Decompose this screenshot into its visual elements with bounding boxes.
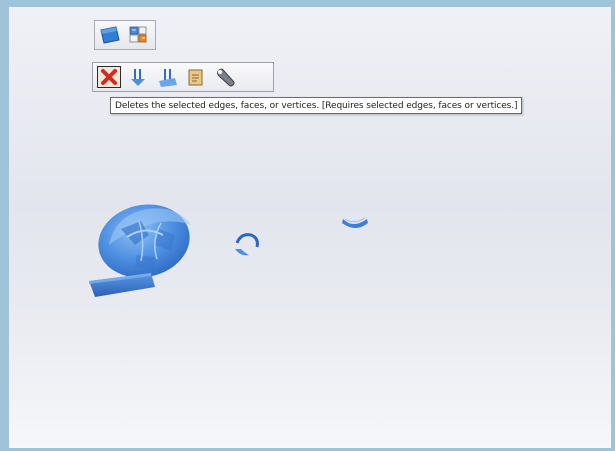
delete-tooltip: Deletes the selected edges, faces, or ve… (110, 97, 523, 114)
view-mini-toolbar (94, 20, 156, 50)
grid-layout-icon (129, 26, 147, 43)
curved-fragment-mesh[interactable] (342, 217, 368, 228)
slab-mesh[interactable] (89, 273, 155, 297)
settings-button[interactable] (213, 66, 237, 88)
disc-mesh[interactable] (92, 196, 197, 286)
layout-view-button[interactable] (127, 24, 151, 46)
plane-view-button[interactable] (98, 24, 122, 46)
arc-fragment-mesh[interactable] (235, 233, 259, 256)
wrench-icon (217, 68, 235, 87)
delete-button[interactable] (97, 66, 121, 88)
graphics-viewport[interactable]: Deletes the selected edges, faces, or ve… (9, 7, 611, 448)
plane-icon (100, 26, 120, 44)
edit-notes-button[interactable] (184, 66, 208, 88)
edit-notes-icon (188, 69, 203, 86)
mesh-edit-toolbar (92, 62, 274, 92)
move-down-icon (131, 69, 145, 86)
move-down-alt-button[interactable] (155, 66, 179, 88)
move-down-button[interactable] (126, 66, 150, 88)
move-down-alt-icon (159, 69, 177, 87)
delete-icon (101, 69, 117, 85)
